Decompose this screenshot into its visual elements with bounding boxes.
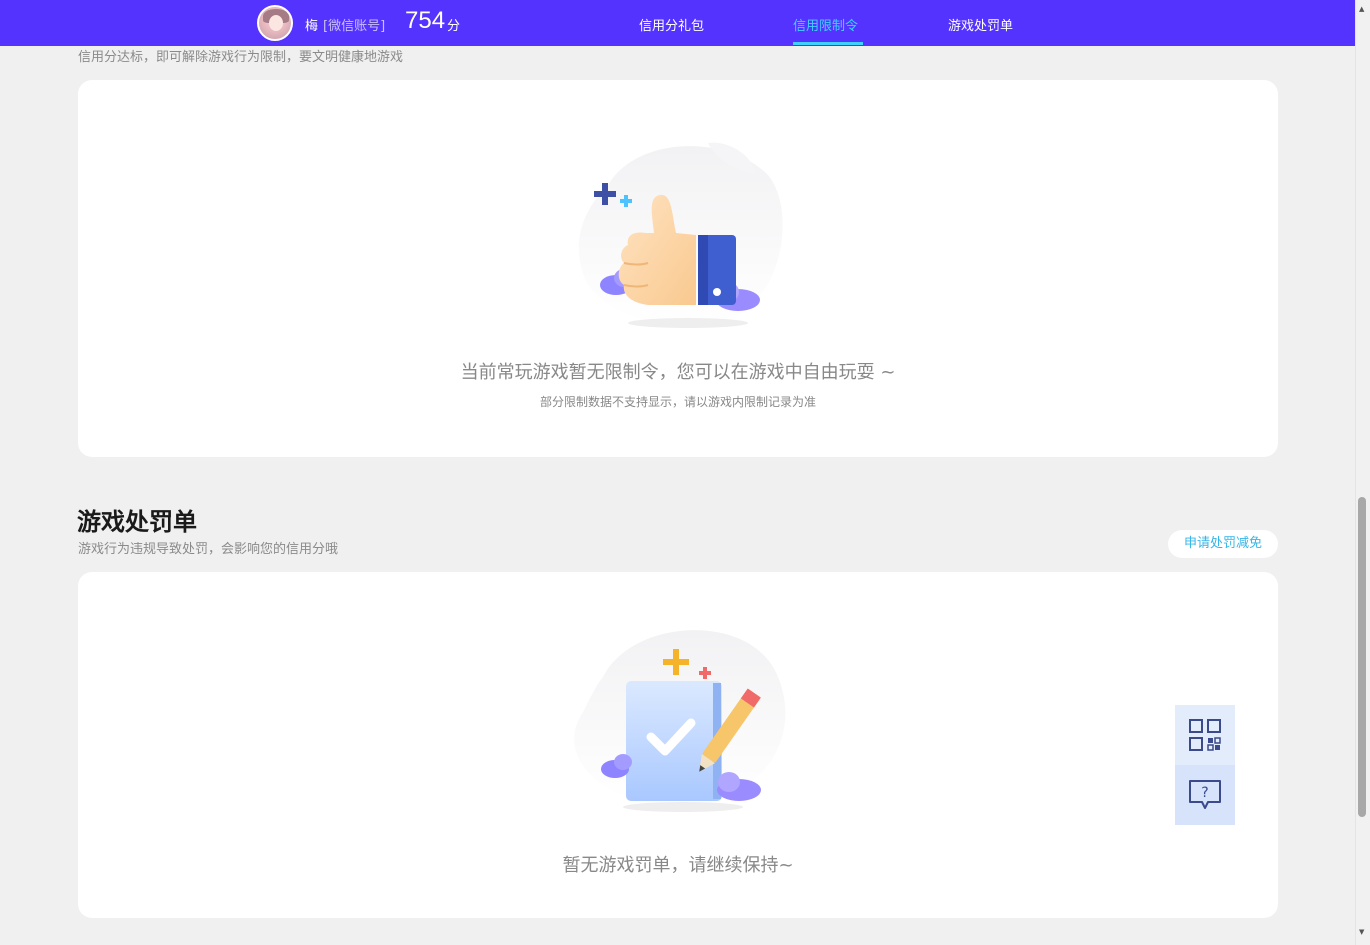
penalty-empty-message: 暂无游戏罚单，请继续保持~: [562, 855, 794, 876]
help-glyph: ?: [1201, 785, 1208, 801]
nav-tab-credit-gift[interactable]: 信用分礼包: [639, 15, 704, 34]
scroll-up-arrow-icon[interactable]: ▲: [1359, 5, 1364, 13]
restriction-section-description: 信用分达标，即可解除游戏行为限制，要文明健康地游戏: [78, 50, 404, 65]
penalty-card: 暂无游戏罚单，请继续保持~: [78, 572, 1278, 918]
penalty-section-description: 游戏行为违规导致处罚，会影响您的信用分哦: [78, 542, 339, 557]
user-name: 梅: [305, 19, 319, 34]
credit-score-unit: 分: [447, 19, 461, 34]
clipboard-check-illustration-icon: [574, 630, 786, 812]
help-button[interactable]: ?: [1175, 765, 1235, 825]
account-type-label: [微信账号]: [323, 19, 386, 34]
restriction-empty-message: 当前常玩游戏暂无限制令，您可以在游戏中自由玩耍 ~: [460, 362, 896, 383]
floating-tool-panel: ?: [1175, 705, 1235, 825]
nav-tab-credit-restriction[interactable]: 信用限制令: [793, 15, 858, 34]
qr-code-icon: [1189, 719, 1221, 751]
nav-active-indicator: [793, 42, 863, 45]
qr-code-button[interactable]: [1175, 705, 1235, 765]
avatar-face: [269, 15, 283, 31]
credit-score-value: 754: [405, 7, 446, 34]
page-scrollbar-thumb[interactable]: [1358, 497, 1366, 817]
user-avatar[interactable]: [257, 5, 293, 41]
thumbs-up-illustration-icon: [578, 142, 783, 328]
apply-penalty-reduction-button[interactable]: 申请处罚减免: [1168, 530, 1278, 558]
restriction-card: 当前常玩游戏暂无限制令，您可以在游戏中自由玩耍 ~ 部分限制数据不支持显示，请以…: [78, 80, 1278, 457]
top-navigation-bar: 梅 [微信账号] 754 分 信用分礼包 信用限制令 游戏处罚单: [0, 0, 1355, 46]
scroll-down-arrow-icon[interactable]: ▼: [1359, 928, 1364, 936]
nav-tab-game-penalty[interactable]: 游戏处罚单: [948, 15, 1013, 34]
restriction-empty-note: 部分限制数据不支持显示，请以游戏内限制记录为准: [539, 395, 816, 409]
penalty-section-title: 游戏处罚单: [77, 508, 197, 536]
help-chat-icon: ?: [1189, 780, 1221, 809]
